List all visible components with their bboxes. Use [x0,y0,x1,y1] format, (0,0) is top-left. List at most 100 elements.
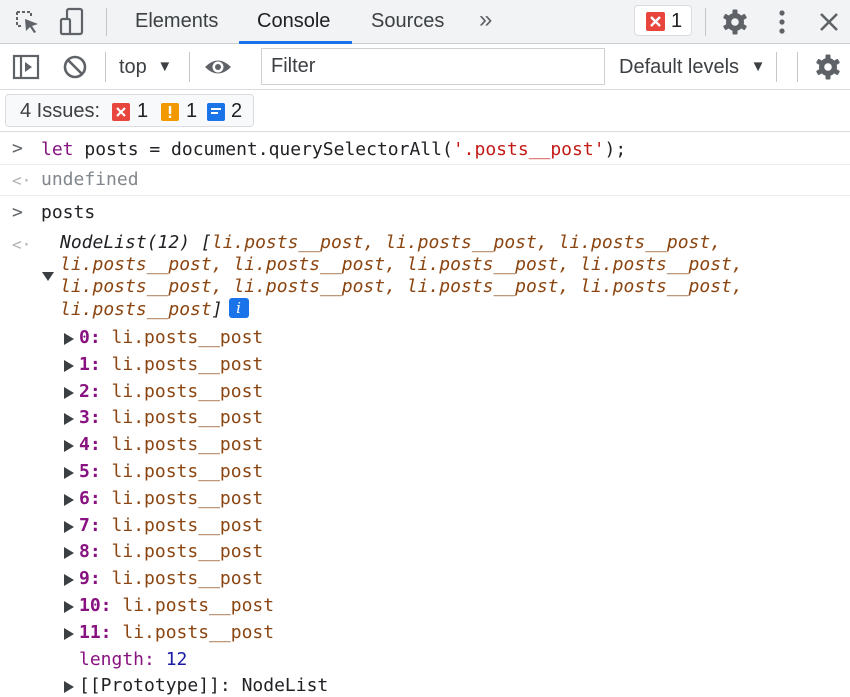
entry-index: 4: [79,434,101,456]
close-icon[interactable] [817,10,841,34]
entry-value: li.posts__post [111,487,264,509]
expand-triangle-icon[interactable] [64,681,74,694]
prototype-key: [[Prototype]]: [79,675,231,697]
entry-value: li.posts__post [111,327,264,348]
context-selector[interactable]: top ▼ [119,52,172,82]
expand-triangle-icon[interactable] [64,467,74,479]
prototype-value: NodeList [241,675,329,697]
nodelist-summary-line: li.posts__post, li.posts__post, li.posts… [60,254,743,275]
nodelist-summary-line: li.posts__post, li.posts__post, li.posts… [60,276,743,297]
expand-triangle-icon[interactable] [64,440,74,453]
nodelist-result: <· NodeList(12) [li.posts__post, li.post… [0,228,850,697]
chevron-down-icon: ▼ [750,58,766,75]
log-levels-label: Default levels [619,56,740,78]
warning-icon [161,103,179,121]
inspect-icon[interactable] [14,9,42,37]
log-levels-dropdown[interactable]: Default levels ▼ [619,52,765,82]
expand-triangle-icon[interactable] [64,413,74,426]
entry-value: li.posts__post [111,434,264,456]
entry-value: li.posts__post [111,353,264,375]
console-settings-icon[interactable] [814,53,842,81]
code-keyword: let [41,139,74,160]
nodelist-summary-line: li.posts__post, li.posts__post, li.posts… [211,232,722,253]
command-text[interactable]: posts [41,202,95,224]
expand-triangle-icon[interactable] [64,359,74,372]
toolbar-divider [105,52,106,82]
expand-triangle-icon[interactable] [64,601,74,613]
issues-warning-count: 1 [186,100,198,122]
return-arrow-icon: <· [12,235,32,254]
context-selector-label: top [119,56,147,78]
prompt-chevron-icon: > [12,138,23,159]
settings-icon[interactable] [721,8,749,36]
entry-value: li.posts__post [122,595,275,616]
length-key: length: [79,648,155,670]
console-input-message: > posts [0,196,850,228]
tabbar-divider [705,8,706,36]
command-text[interactable]: let posts = document.querySelectorAll('.… [41,139,626,161]
sidebar-toggle-icon[interactable] [12,53,40,81]
expand-triangle-icon[interactable] [64,386,74,399]
toolbar-divider [797,52,798,82]
filter-input[interactable] [261,48,605,85]
entry-index: 5: [79,461,101,482]
entry-index: 6: [79,487,101,509]
tabbar-divider [106,8,107,36]
toolbar-divider [776,52,777,82]
tab-elements[interactable]: Elements [135,0,218,44]
error-count: 1 [671,10,683,32]
devtools-tab-bar: Elements Console Sources » 1 [0,0,850,44]
nodelist-summary-line: li.posts__post [60,299,212,320]
entry-index: 10: [79,595,112,616]
expand-triangle-icon[interactable] [42,272,54,281]
error-counter-button[interactable]: 1 [634,5,692,36]
issues-button[interactable]: 4 Issues: 1 1 2 [5,94,254,127]
entry-value: li.posts__post [111,380,264,402]
expand-triangle-icon[interactable] [64,493,74,506]
entry-value: li.posts__post [111,461,264,482]
clear-console-icon[interactable] [62,54,88,80]
error-icon [112,103,130,121]
entry-value: li.posts__post [111,514,264,536]
entry-index: 0: [79,327,101,348]
length-value: 12 [165,648,188,670]
more-tabs-button[interactable]: » [479,0,492,44]
console-result-message: <· undefined [0,165,850,196]
prompt-chevron-icon: > [12,202,23,223]
entry-index: 8: [79,541,101,563]
entry-index: 3: [79,407,101,429]
code-text: ); [604,139,627,160]
entry-value: li.posts__post [111,541,264,563]
info-message-icon [207,103,225,121]
issues-label: 4 Issues: [20,100,101,122]
info-icon[interactable]: i [228,298,249,318]
chevron-down-icon: ▼ [157,58,173,75]
entry-value: li.posts__post [111,568,264,590]
expand-triangle-icon[interactable] [64,627,74,640]
live-expression-eye-icon[interactable] [203,55,233,79]
entry-index: 2: [79,380,101,402]
tab-sources[interactable]: Sources [371,0,444,44]
issues-bar: 4 Issues: 1 1 2 [0,90,850,132]
nodelist-type: NodeList(12) [60,232,191,253]
console-input-message: > let posts = document.querySelectorAll(… [0,132,850,165]
entry-value: li.posts__post [111,407,264,429]
expand-triangle-icon[interactable] [64,574,74,587]
toolbar-divider [189,52,190,82]
issues-info-count: 2 [231,100,243,122]
entry-index: 11: [79,621,112,643]
kebab-menu-icon[interactable] [774,9,790,35]
result-undefined: undefined [41,169,139,190]
expand-triangle-icon[interactable] [64,520,74,533]
return-arrow-icon: <· [12,171,32,190]
entry-value: li.posts__post [122,621,275,643]
code-string: '.posts__post' [452,139,605,160]
tab-console[interactable]: Console [257,0,330,44]
expand-triangle-icon[interactable] [64,333,74,345]
error-icon [646,12,665,31]
entry-index: 1: [79,353,101,375]
expand-triangle-icon[interactable] [64,547,74,560]
nodelist-summary[interactable]: NodeList(12) [li.posts__post, li.posts__… [60,232,743,320]
console-toolbar: top ▼ Default levels ▼ [0,44,850,90]
device-toolbar-icon[interactable] [58,7,86,37]
